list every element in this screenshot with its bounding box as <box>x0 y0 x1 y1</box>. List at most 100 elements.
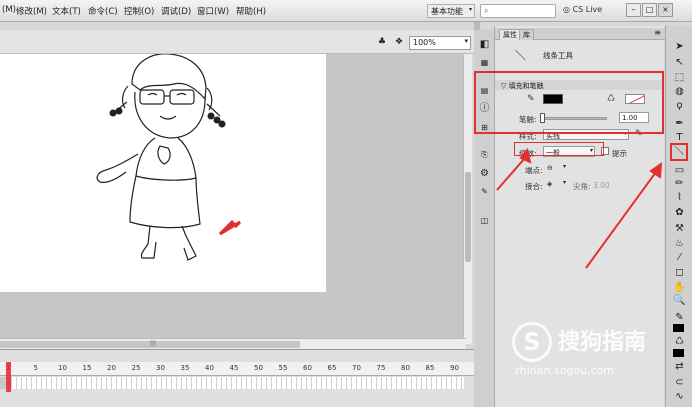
maximize-button[interactable]: □ <box>642 3 657 17</box>
frame-number: 50 <box>254 364 263 372</box>
stage-horizontal-scrollbar[interactable]: ||| <box>0 338 466 349</box>
cartoon-girl-drawing <box>96 53 242 261</box>
workspace-switcher[interactable]: 基本功能 ▾ <box>427 4 475 18</box>
sogou-logo: S <box>512 322 552 362</box>
pencil-tool-icon[interactable]: ✏ <box>673 177 686 190</box>
stage-area <box>0 53 466 344</box>
hint-label: 提示 <box>612 149 627 158</box>
frame-number: 80 <box>401 364 410 372</box>
menu-commands[interactable]: 命令(C) <box>88 5 118 17</box>
highlight-fill-stroke-box <box>474 71 664 134</box>
cap-select[interactable]: ⊖ ▾ <box>545 163 567 174</box>
sogou-watermark: S 搜狗指南 zhinan.sogou.com <box>512 322 682 378</box>
selection-tool-icon[interactable]: ➤ <box>673 40 686 53</box>
zoom-value: 100% <box>413 38 436 47</box>
frame-number: 70 <box>352 364 361 372</box>
tab-properties[interactable]: 属性 <box>499 29 521 40</box>
edit-symbols-icon[interactable]: ♣ <box>376 36 388 48</box>
deco-tool-icon[interactable]: ✿ <box>673 206 686 219</box>
highlight-scale-box <box>514 142 604 156</box>
eyedropper-tool-icon[interactable]: ⁄ <box>673 251 686 264</box>
zoom-tool-icon[interactable]: 🔍 <box>673 294 686 307</box>
stage-canvas[interactable] <box>0 53 326 292</box>
rectangle-tool-icon[interactable]: ▭ <box>673 164 686 177</box>
code-snippets-icon[interactable]: ✎ <box>478 185 491 198</box>
join-select[interactable]: ◈ ▾ <box>545 179 567 190</box>
menu-bar: (M) 修改(M) 文本(T) 命令(C) 控制(O) 调试(D) 窗口(W) … <box>0 0 692 22</box>
frame-number: 65 <box>327 364 337 372</box>
free-transform-tool-icon[interactable]: ⬚ <box>673 71 686 84</box>
search-icon: ⌕ <box>484 6 489 15</box>
tool-name: 线条工具 <box>543 51 573 60</box>
watermark-url: zhinan.sogou.com <box>514 364 615 377</box>
timeline-panel: 15101520253035404550556065707580859095 <box>0 349 483 407</box>
menu-debug[interactable]: 调试(D) <box>161 5 191 17</box>
lasso-tool-icon[interactable]: ϙ <box>673 99 686 112</box>
tool-header: ＼ 线条工具 <box>501 43 651 73</box>
history-panel-icon[interactable]: ◫ <box>478 214 491 227</box>
menu-modify[interactable]: 修改(M) <box>16 5 47 17</box>
edit-scene-icon[interactable]: ❖ <box>393 36 405 48</box>
bone-tool-icon[interactable]: ⚒ <box>673 222 686 235</box>
eraser-tool-icon[interactable]: ◻ <box>673 266 686 279</box>
chevron-down-icon: ▾ <box>562 179 566 186</box>
frame-number: 30 <box>156 364 165 372</box>
frame-ruler[interactable]: 15101520253035404550556065707580859095 <box>0 362 483 376</box>
join-icon: ◈ <box>547 180 553 188</box>
frame-number: 10 <box>58 364 67 372</box>
cap-icon: ⊖ <box>547 164 553 172</box>
hand-tool-icon[interactable]: ✋ <box>673 281 686 294</box>
frame-number: 55 <box>278 364 288 372</box>
miter-label: 尖角: <box>573 182 591 191</box>
frame-number: 40 <box>205 364 214 372</box>
minimize-button[interactable]: – <box>626 3 641 17</box>
frame-number: 15 <box>82 364 92 372</box>
menu-text[interactable]: 文本(T) <box>52 5 81 17</box>
window-controls: – □ × <box>626 3 673 17</box>
watermark-brand: 搜狗指南 <box>558 330 647 355</box>
cap-label: 端点: <box>525 166 543 175</box>
annotation-arrow <box>218 219 242 236</box>
components-icon[interactable]: ⚙ <box>478 167 491 180</box>
smooth-icon[interactable]: ∿ <box>673 390 686 403</box>
vertical-scroll-thumb[interactable] <box>465 172 471 262</box>
frame-number: 35 <box>180 364 190 372</box>
frame-number: 85 <box>425 364 435 372</box>
workspace-label: 基本功能 <box>431 7 463 16</box>
frame-track[interactable] <box>12 377 464 389</box>
stage-vertical-scrollbar[interactable] <box>463 54 472 344</box>
tab-library[interactable]: 库 <box>519 29 534 40</box>
3d-rotation-tool-icon[interactable]: ◍ <box>673 85 686 98</box>
panel-tabs: 属性 库 ≡ <box>495 28 665 40</box>
close-button[interactable]: × <box>658 3 673 17</box>
brush-tool-icon[interactable]: ⌇ <box>673 191 686 204</box>
paint-bucket-tool-icon[interactable]: ♨ <box>673 237 686 250</box>
frame-number: 90 <box>450 364 459 372</box>
motion-presets-icon[interactable]: ⎘ <box>478 148 491 161</box>
panel-menu-icon[interactable]: ≡ <box>654 28 661 37</box>
menu-control[interactable]: 控制(O) <box>124 5 154 17</box>
menu-window[interactable]: 窗口(W) <box>197 5 229 17</box>
frame-number: 45 <box>229 364 239 372</box>
help-search-input[interactable]: ⌕ <box>480 4 556 18</box>
pen-tool-icon[interactable]: ✒ <box>673 117 686 130</box>
chevron-down-icon: ▾ <box>468 6 472 13</box>
chevron-down-icon: ▾ <box>562 163 566 170</box>
zoom-select[interactable]: 100% ▾ <box>409 36 471 50</box>
cs-live-button[interactable]: ◎ CS Live <box>563 5 602 14</box>
chevron-down-icon: ▾ <box>464 37 468 45</box>
line-tool-icon[interactable]: ＼ <box>670 143 688 161</box>
frame-number: 5 <box>33 364 38 372</box>
join-label: 接合: <box>525 182 543 191</box>
cs-live-label: CS Live <box>572 5 603 14</box>
miter-value[interactable]: 3.00 <box>593 181 610 190</box>
frame-number: 20 <box>107 364 116 372</box>
menu-partial[interactable]: (M) <box>2 5 16 15</box>
flash-window: (M) 修改(M) 文本(T) 命令(C) 控制(O) 调试(D) 窗口(W) … <box>0 0 692 407</box>
swatches-panel-icon[interactable]: ▦ <box>478 56 491 69</box>
edit-bar: ♣ ❖ 100% ▾ <box>0 30 474 54</box>
menu-help[interactable]: 帮助(H) <box>236 5 266 17</box>
playhead[interactable] <box>6 362 11 392</box>
color-panel-icon[interactable]: ◧ <box>478 38 491 51</box>
subselection-tool-icon[interactable]: ↖ <box>673 56 686 69</box>
